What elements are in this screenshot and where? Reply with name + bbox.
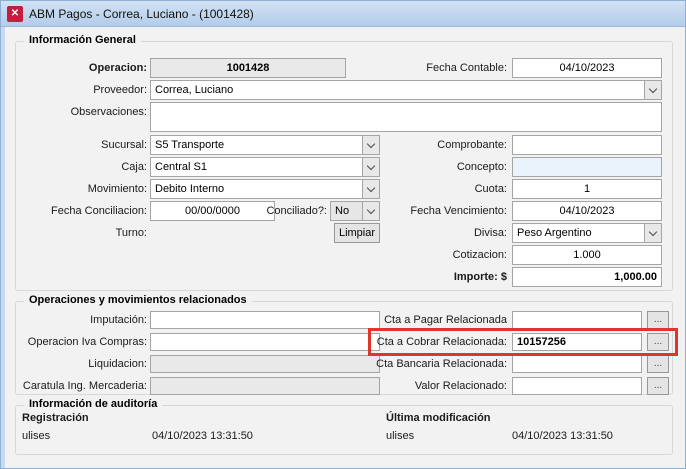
turno-label: Turno: (16, 223, 147, 243)
comprobante-label: Comprobante: (366, 135, 507, 155)
comprobante-field[interactable] (512, 135, 662, 155)
fecha-vencimiento-label: Fecha Vencimiento: (366, 201, 507, 221)
sucursal-value: S5 Transporte (151, 136, 362, 154)
valor-relacionado-browse-button[interactable]: ... (647, 377, 669, 395)
ultima-modificacion-user: ulises (386, 430, 414, 442)
caja-label: Caja: (16, 157, 147, 177)
operacion-iva-label: Operacion Iva Compras: (16, 333, 147, 351)
movimiento-value: Debito Interno (151, 180, 362, 198)
sucursal-combobox[interactable]: S5 Transporte (150, 135, 380, 155)
caratula-label: Caratula Ing. Mercaderia: (16, 377, 147, 395)
cta-bancaria-label: Cta Bancaria Relacionada: (316, 355, 507, 373)
titlebar: ✕ ABM Pagos - Correa, Luciano - (1001428… (1, 1, 685, 27)
chevron-down-icon[interactable] (644, 81, 661, 99)
caja-combobox[interactable]: Central S1 (150, 157, 380, 177)
cta-pagar-field[interactable] (512, 311, 642, 329)
operacion-label: Operacion: (16, 58, 147, 78)
liquidacion-label: Liquidacion: (16, 355, 147, 373)
registracion-user: ulises (22, 430, 50, 442)
concepto-field[interactable] (512, 157, 662, 177)
conciliado-label: Conciliado?: (264, 201, 327, 221)
cta-bancaria-browse-button[interactable]: ... (647, 355, 669, 373)
divisa-combobox[interactable]: Peso Argentino (512, 223, 662, 243)
movimiento-label: Movimiento: (16, 179, 147, 199)
cta-bancaria-field[interactable] (512, 355, 642, 373)
divisa-label: Divisa: (366, 223, 507, 243)
observaciones-field[interactable] (150, 102, 662, 132)
chevron-down-icon[interactable] (644, 224, 661, 242)
cotizacion-label: Cotizacion: (366, 245, 507, 265)
cta-cobrar-label: Cta a Cobrar Relacionada: (316, 333, 507, 351)
group-title: Información General (24, 34, 141, 46)
cta-pagar-browse-button[interactable]: ... (647, 311, 669, 329)
ultima-modificacion-title: Última modificación (386, 412, 491, 424)
imputacion-label: Imputación: (16, 311, 147, 329)
concepto-label: Concepto: (366, 157, 507, 177)
app-icon: ✕ (7, 6, 23, 22)
cta-cobrar-field[interactable] (512, 333, 642, 351)
registracion-timestamp: 04/10/2023 13:31:50 (152, 430, 253, 442)
group-informacion-general: Información General Operacion: Fecha Con… (15, 41, 673, 291)
sucursal-label: Sucursal: (16, 135, 147, 155)
caja-value: Central S1 (151, 158, 362, 176)
cuota-field[interactable] (512, 179, 662, 199)
valor-relacionado-field[interactable] (512, 377, 642, 395)
fecha-conciliacion-field[interactable] (150, 201, 275, 221)
importe-label: Importe: $ (366, 267, 507, 287)
divisa-value: Peso Argentino (513, 224, 644, 242)
proveedor-label: Proveedor: (16, 80, 147, 100)
cotizacion-field[interactable] (512, 245, 662, 265)
observaciones-label: Observaciones: (16, 102, 147, 122)
cuota-label: Cuota: (366, 179, 507, 199)
registracion-title: Registración (22, 412, 89, 424)
fecha-vencimiento-field[interactable] (512, 201, 662, 221)
abm-pagos-window: ✕ ABM Pagos - Correa, Luciano - (1001428… (0, 0, 686, 469)
cta-pagar-label: Cta a Pagar Relacionada (316, 311, 507, 329)
fecha-contable-label: Fecha Contable: (366, 58, 507, 78)
movimiento-combobox[interactable]: Debito Interno (150, 179, 380, 199)
proveedor-combobox[interactable]: Correa, Luciano (150, 80, 662, 100)
valor-relacionado-label: Valor Relacionado: (316, 377, 507, 395)
group-title: Información de auditoría (24, 398, 162, 410)
ultima-modificacion-timestamp: 04/10/2023 13:31:50 (512, 430, 613, 442)
window-frame-left (1, 27, 5, 468)
group-title: Operaciones y movimientos relacionados (24, 294, 252, 306)
group-operaciones-relacionadas: Operaciones y movimientos relacionados I… (15, 301, 673, 395)
operacion-field[interactable] (150, 58, 346, 78)
importe-field[interactable] (512, 267, 662, 287)
conciliado-value: No (331, 202, 362, 220)
window-title: ABM Pagos - Correa, Luciano - (1001428) (29, 1, 254, 27)
cta-cobrar-browse-button[interactable]: ... (647, 333, 669, 351)
fecha-conciliacion-label: Fecha Conciliacion: (16, 201, 147, 221)
group-auditoria: Información de auditoría Registración ul… (15, 405, 673, 455)
proveedor-value: Correa, Luciano (151, 81, 644, 99)
fecha-contable-field[interactable] (512, 58, 662, 78)
